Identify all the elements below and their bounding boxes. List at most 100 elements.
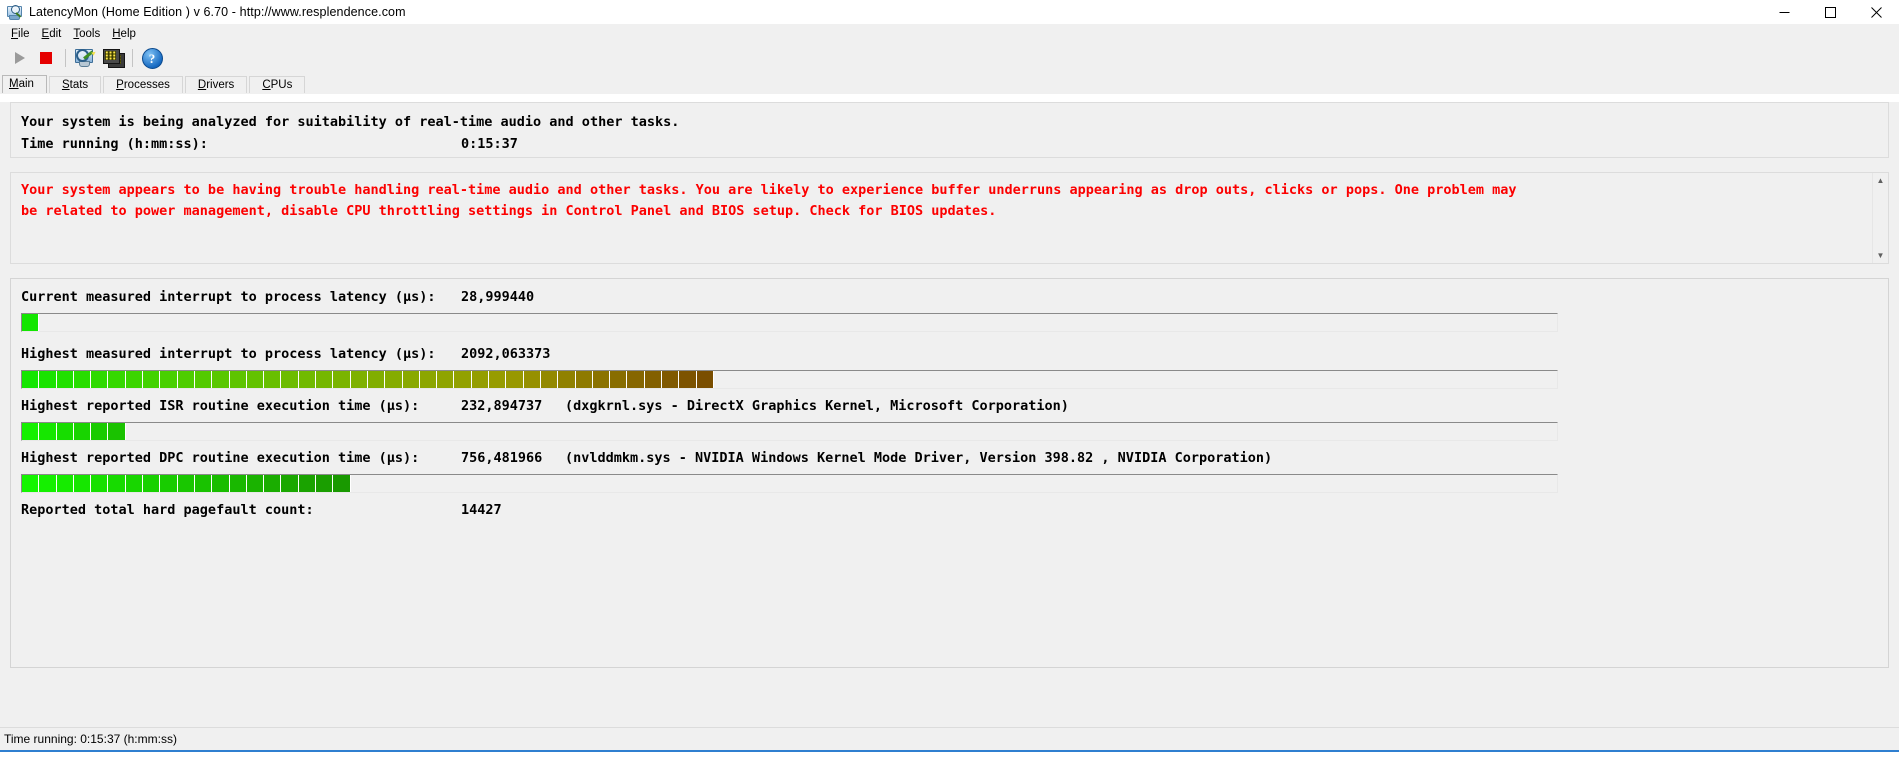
- bar-segment: [56, 475, 74, 492]
- metric-note: (dxgkrnl.sys - DirectX Graphics Kernel, …: [565, 398, 1069, 414]
- scroll-up-icon[interactable]: ▲: [1873, 173, 1888, 188]
- bar-segment: [419, 371, 438, 388]
- metric-bar: [21, 370, 1558, 389]
- warning-line-1: Your system appears to be having trouble…: [21, 182, 1517, 198]
- title-bar: LatencyMon (Home Edition ) v 6.70 - http…: [0, 0, 1899, 24]
- bar-segment: [108, 371, 126, 388]
- bar-segment: [246, 475, 265, 492]
- metric-row: Highest reported DPC routine execution t…: [11, 448, 1888, 469]
- bar-segment: [177, 371, 195, 388]
- bar-segment: [558, 371, 576, 388]
- latencymon-magnifier-icon: [6, 4, 22, 20]
- bar-segment: [212, 475, 230, 492]
- window-bottom-accent: [0, 750, 1899, 752]
- status-bar-text: Time running: 0:15:37 (h:mm:ss): [4, 732, 177, 746]
- bar-segment: [212, 371, 230, 388]
- bar-segment: [39, 371, 57, 388]
- bar-segment: [489, 371, 507, 388]
- menu-edit[interactable]: Edit: [37, 27, 69, 41]
- bar-segment: [91, 423, 109, 440]
- tab-processes[interactable]: Processes: [103, 76, 183, 94]
- metric-bar: [21, 474, 1558, 493]
- copy-report-button[interactable]: [99, 45, 127, 71]
- bar-segment: [696, 371, 714, 388]
- metric-bar: [21, 313, 1558, 332]
- metric-value: 14427: [461, 502, 502, 518]
- warning-panel: Your system appears to be having trouble…: [10, 172, 1889, 264]
- bar-segment: [39, 423, 57, 440]
- metric-label: Highest reported ISR routine execution t…: [21, 398, 420, 414]
- bar-segment: [56, 371, 74, 388]
- metric-label: Reported total hard pagefault count:: [21, 502, 314, 518]
- bar-segment: [575, 371, 593, 388]
- bar-segment: [298, 371, 317, 388]
- bar-segment: [229, 475, 247, 492]
- stop-icon: [40, 52, 52, 64]
- warning-line-2: be related to power management, disable …: [21, 203, 997, 219]
- bar-segment: [264, 475, 282, 492]
- bar-segment: [540, 371, 559, 388]
- bar-segment: [73, 371, 92, 388]
- bar-segment: [679, 371, 697, 388]
- menu-help[interactable]: Help: [107, 27, 143, 41]
- close-icon[interactable]: [1853, 0, 1899, 24]
- bar-segment: [39, 475, 57, 492]
- menu-tools[interactable]: Tools: [68, 27, 107, 41]
- metric-row: Current measured interrupt to process la…: [11, 287, 1888, 308]
- bar-segment: [610, 371, 628, 388]
- bar-segment: [229, 371, 247, 388]
- bar-segment: [333, 371, 351, 388]
- window-controls: [1761, 0, 1899, 24]
- stop-monitoring-button[interactable]: [32, 45, 60, 71]
- copy-windows-icon: [102, 48, 125, 68]
- metric-value: 756,481966: [461, 450, 543, 466]
- window-title: LatencyMon (Home Edition ) v 6.70 - http…: [29, 5, 406, 19]
- summary-panel: Your system is being analyzed for suitab…: [10, 102, 1889, 158]
- system-analysis-button[interactable]: [71, 45, 99, 71]
- scroll-down-icon[interactable]: ▼: [1873, 248, 1888, 263]
- bar-segment: [22, 475, 40, 492]
- toolbar-separator-1: [65, 49, 66, 67]
- play-icon: [14, 52, 25, 64]
- bar-segment: [281, 475, 299, 492]
- bar-segment: [316, 475, 334, 492]
- bar-segment: [264, 371, 282, 388]
- metric-value: 28,999440: [461, 289, 535, 305]
- tab-drivers[interactable]: Drivers: [184, 76, 248, 94]
- main-content: Your system is being analyzed for suitab…: [0, 102, 1899, 727]
- time-running-label: Time running (h:mm:ss):: [21, 136, 208, 152]
- bar-segment: [160, 475, 178, 492]
- bar-segment: [108, 475, 126, 492]
- tab-cpus[interactable]: CPUs: [249, 76, 306, 94]
- tab-stats[interactable]: Stats: [48, 76, 102, 94]
- bar-segment: [385, 371, 403, 388]
- time-running-value: 0:15:37: [461, 136, 518, 152]
- bar-segment: [194, 475, 213, 492]
- maximize-icon[interactable]: [1807, 0, 1853, 24]
- minimize-icon[interactable]: [1761, 0, 1807, 24]
- bar-segment: [402, 371, 420, 388]
- status-bar: Time running: 0:15:37 (h:mm:ss): [0, 727, 1899, 750]
- bar-segment: [454, 371, 472, 388]
- monitor-magnifier-icon: [74, 48, 97, 68]
- bar-segment: [22, 423, 40, 440]
- bar-segment: [194, 371, 213, 388]
- metric-value: 2092,063373: [461, 346, 551, 362]
- bar-segment: [143, 475, 161, 492]
- metric-label: Highest measured interrupt to process la…: [21, 346, 436, 362]
- warning-scrollbar[interactable]: ▲ ▼: [1872, 173, 1888, 263]
- metric-row: Highest measured interrupt to process la…: [11, 344, 1888, 365]
- time-running-row: Time running (h:mm:ss): 0:15:37: [11, 133, 1888, 155]
- menu-file[interactable]: File: [6, 27, 37, 41]
- tab-main[interactable]: Main: [2, 75, 47, 94]
- bar-segment: [108, 423, 126, 440]
- help-button[interactable]: ?: [138, 45, 166, 71]
- bar-segment: [316, 371, 334, 388]
- metric-row: Reported total hard pagefault count: 144…: [11, 500, 1888, 521]
- start-monitoring-button[interactable]: [4, 45, 32, 71]
- summary-headline: Your system is being analyzed for suitab…: [21, 114, 680, 130]
- bar-segment: [73, 475, 92, 492]
- metric-label: Current measured interrupt to process la…: [21, 289, 436, 305]
- question-circle-icon: ?: [141, 47, 163, 69]
- toolbar: ?: [0, 44, 1899, 72]
